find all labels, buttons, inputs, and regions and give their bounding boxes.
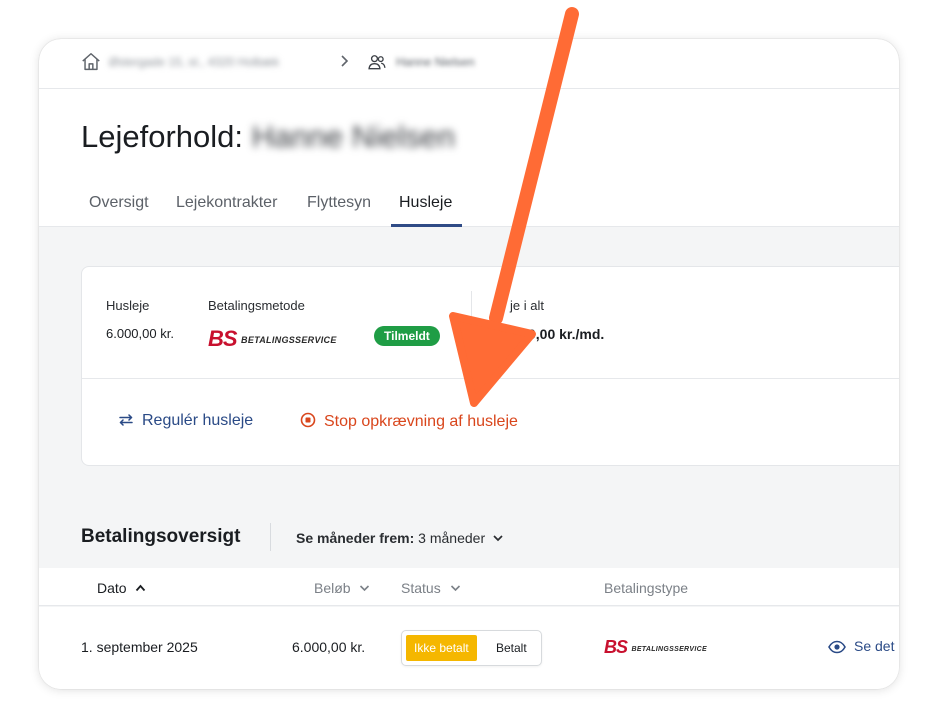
tab-bar: Oversigt Lejekontrakter Flyttesyn Huslej… xyxy=(39,179,899,227)
table-row: 1. september 2025 6.000,00 kr. Ikke beta… xyxy=(39,607,899,689)
payment-overview-title: Betalingsoversigt xyxy=(81,526,241,547)
betalingsservice-logo: BS BETALINGSSERVICE xyxy=(208,326,337,351)
content-area: Husleje 6.000,00 kr. Betalingsmetode BS … xyxy=(39,227,899,689)
divider xyxy=(82,378,899,379)
enrollment-status-badge: Tilmeldt xyxy=(374,326,440,346)
page-title-name: Hanne Nielsen xyxy=(251,119,455,154)
months-ahead-dropdown[interactable]: Se måneder frem: 3 måneder xyxy=(296,530,504,546)
rent-summary-panel: Husleje 6.000,00 kr. Betalingsmetode BS … xyxy=(81,266,899,466)
column-status[interactable]: Status xyxy=(401,580,461,596)
chevron-down-icon xyxy=(493,535,503,542)
column-amount[interactable]: Beløb xyxy=(314,580,370,596)
payment-status-toggle: Ikke betalt Betalt xyxy=(401,630,542,666)
column-payment-type: Betalingstype xyxy=(604,580,689,596)
view-details-link[interactable]: Se det xyxy=(828,638,894,654)
stop-rent-collection-button[interactable]: Stop opkrævning af husleje xyxy=(300,412,518,431)
people-icon xyxy=(368,55,386,70)
adjust-rent-button[interactable]: Regulér husleje xyxy=(118,412,253,430)
stop-circle-icon xyxy=(300,412,316,428)
payment-date: 1. september 2025 xyxy=(81,639,198,655)
swap-arrows-icon xyxy=(119,414,133,426)
rent-label: Husleje xyxy=(106,298,150,313)
page-title: Lejeforhold: Hanne Nielsen xyxy=(81,119,455,155)
tab-flyttesyn[interactable]: Flyttesyn xyxy=(307,194,371,212)
breadcrumb: Østergade 15, st., 4320 Holbæk Hanne Nie… xyxy=(39,39,899,89)
breadcrumb-tenant: Hanne Nielsen xyxy=(396,55,475,69)
breadcrumb-address[interactable]: Østergade 15, st., 4320 Holbæk xyxy=(109,55,279,69)
payment-method-label: Betalingsmetode xyxy=(208,298,305,313)
home-icon[interactable] xyxy=(80,51,102,73)
months-ahead-value: 3 måneder xyxy=(418,530,486,546)
chevron-right-icon xyxy=(341,55,349,67)
rent-value: 6.000,00 kr. xyxy=(106,326,174,341)
sort-ascending-icon xyxy=(136,584,146,592)
column-date[interactable]: Dato xyxy=(97,580,146,596)
divider xyxy=(270,523,271,551)
page-title-prefix: Lejeforhold: xyxy=(81,119,244,154)
tenancy-card: Østergade 15, st., 4320 Holbæk Hanne Nie… xyxy=(39,39,899,689)
total-rent-label: je i alt xyxy=(510,298,544,313)
chevron-down-icon xyxy=(360,585,370,592)
chevron-down-icon xyxy=(450,585,460,592)
months-ahead-label: Se måneder frem: xyxy=(296,530,415,546)
payments-table-header: Dato Beløb Status Betalingstype xyxy=(39,568,899,606)
payment-amount: 6.000,00 kr. xyxy=(292,639,366,655)
tab-lejekontrakter[interactable]: Lejekontrakter xyxy=(176,194,277,212)
status-unpaid-option[interactable]: Ikke betalt xyxy=(406,635,477,661)
tab-oversigt[interactable]: Oversigt xyxy=(89,194,149,212)
eye-icon xyxy=(828,640,846,654)
betalingsservice-logo: BS BETALINGSSERVICE xyxy=(604,637,707,657)
tab-husleje[interactable]: Husleje xyxy=(399,194,452,212)
total-rent-value: 0,00 kr./md. xyxy=(528,326,605,342)
status-paid-option[interactable]: Betalt xyxy=(488,635,535,661)
divider xyxy=(471,291,472,339)
